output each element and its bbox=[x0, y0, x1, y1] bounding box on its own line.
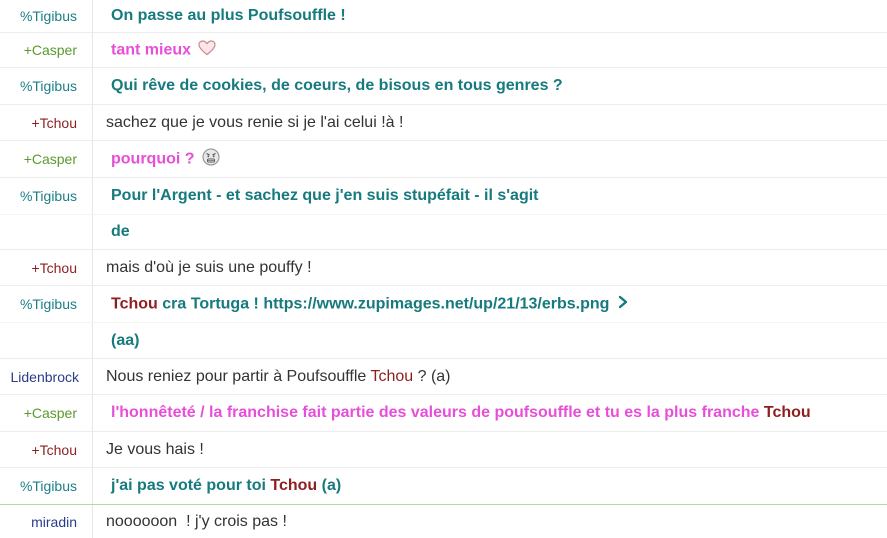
message-text: ? (a) bbox=[413, 367, 451, 385]
message-text: mais d'où je suis une pouffy ! bbox=[106, 258, 312, 276]
chat-row: Lidenbrock Nous reniez pour partir à Pou… bbox=[0, 359, 887, 395]
nick-label[interactable]: +Casper bbox=[0, 395, 93, 431]
nick-label[interactable]: %Tigibus bbox=[0, 0, 93, 32]
nick-label[interactable]: +Casper bbox=[0, 141, 93, 177]
message-text: On passe au plus Poufsouffle ! bbox=[111, 7, 346, 24]
chat-row: %Tigibus Tchou cra Tortuga ! https://www… bbox=[0, 286, 887, 323]
chat-row: miradin noooooon ! j'y crois pas ! bbox=[0, 505, 887, 538]
chat-row-continuation: (aa) bbox=[0, 323, 887, 359]
nick-label[interactable]: %Tigibus bbox=[0, 68, 93, 104]
message-content: Nous reniez pour partir à Poufsouffle Tc… bbox=[93, 368, 451, 386]
nick-label[interactable]: +Tchou bbox=[0, 432, 93, 467]
message-text: de bbox=[111, 223, 130, 240]
mention[interactable]: Tchou bbox=[764, 404, 811, 421]
nick-label-empty bbox=[0, 215, 93, 249]
message-text: sachez que je vous renie si je l'ai celu… bbox=[106, 113, 404, 131]
nick-label[interactable]: Lidenbrock bbox=[0, 359, 93, 394]
message-content: l'honnêteté / la franchise fait partie d… bbox=[93, 404, 811, 422]
chat-row: +Casper tant mieux bbox=[0, 33, 887, 68]
message-link[interactable]: https://www.zupimages.net/up/21/13/erbs.… bbox=[263, 295, 609, 312]
chevron-right-icon[interactable] bbox=[617, 295, 629, 314]
nick-label[interactable]: miradin bbox=[0, 505, 93, 538]
message-content: j'ai pas voté pour toi Tchou (a) bbox=[93, 477, 341, 495]
message-text: Je vous hais ! bbox=[106, 440, 204, 458]
nick-label[interactable]: +Tchou bbox=[0, 105, 93, 140]
message-text: Pour l'Argent - et sachez que j'en suis … bbox=[111, 187, 539, 204]
nick-label[interactable]: %Tigibus bbox=[0, 286, 93, 322]
message-text: (a) bbox=[317, 477, 342, 494]
chat-row: +Tchou mais d'où je suis une pouffy ! bbox=[0, 250, 887, 286]
message-text: Nous reniez pour partir à Poufsouffle bbox=[106, 367, 371, 385]
chat-row: +Casper pourquoi ? bbox=[0, 141, 887, 178]
mention[interactable]: Tchou bbox=[111, 295, 158, 312]
message-text: l'honnêteté / la franchise fait partie d… bbox=[111, 404, 764, 421]
chat-row: %Tigibus On passe au plus Poufsouffle ! bbox=[0, 0, 887, 33]
nick-label[interactable]: +Casper bbox=[0, 33, 93, 67]
angry-face-icon bbox=[202, 148, 220, 171]
message-text: (aa) bbox=[111, 331, 140, 349]
chat-row: %Tigibus j'ai pas voté pour toi Tchou (a… bbox=[0, 468, 887, 505]
message-text: pourquoi ? bbox=[111, 150, 195, 168]
nick-label[interactable]: +Tchou bbox=[0, 250, 93, 285]
chat-log: %Tigibus On passe au plus Poufsouffle ! … bbox=[0, 0, 887, 538]
message-text: cra Tortuga ! bbox=[157, 295, 264, 313]
message-content: Tchou cra Tortuga ! https://www.zupimage… bbox=[93, 295, 629, 314]
chat-row: +Tchou sachez que je vous renie si je l'… bbox=[0, 105, 887, 141]
chat-row-continuation: de bbox=[0, 215, 887, 250]
chat-row: %Tigibus Pour l'Argent - et sachez que j… bbox=[0, 178, 887, 215]
nick-label-empty bbox=[0, 323, 93, 358]
mention[interactable]: Tchou bbox=[270, 477, 317, 494]
message-content: pourquoi ? bbox=[93, 148, 220, 171]
heart-icon bbox=[198, 39, 217, 61]
message-text: Qui rêve de cookies, de coeurs, de bisou… bbox=[111, 77, 563, 94]
chat-row: +Casper l'honnêteté / la franchise fait … bbox=[0, 395, 887, 432]
message-content: tant mieux bbox=[93, 39, 217, 61]
message-text: j'ai pas voté pour toi bbox=[111, 477, 271, 494]
nick-label[interactable]: %Tigibus bbox=[0, 468, 93, 504]
message-text: noooooon ! j'y crois pas ! bbox=[106, 512, 287, 530]
nick-label[interactable]: %Tigibus bbox=[0, 178, 93, 214]
message-text: tant mieux bbox=[111, 41, 192, 59]
chat-row: %Tigibus Qui rêve de cookies, de coeurs,… bbox=[0, 68, 887, 105]
chat-row: +Tchou Je vous hais ! bbox=[0, 432, 887, 468]
mention[interactable]: Tchou bbox=[370, 368, 413, 385]
